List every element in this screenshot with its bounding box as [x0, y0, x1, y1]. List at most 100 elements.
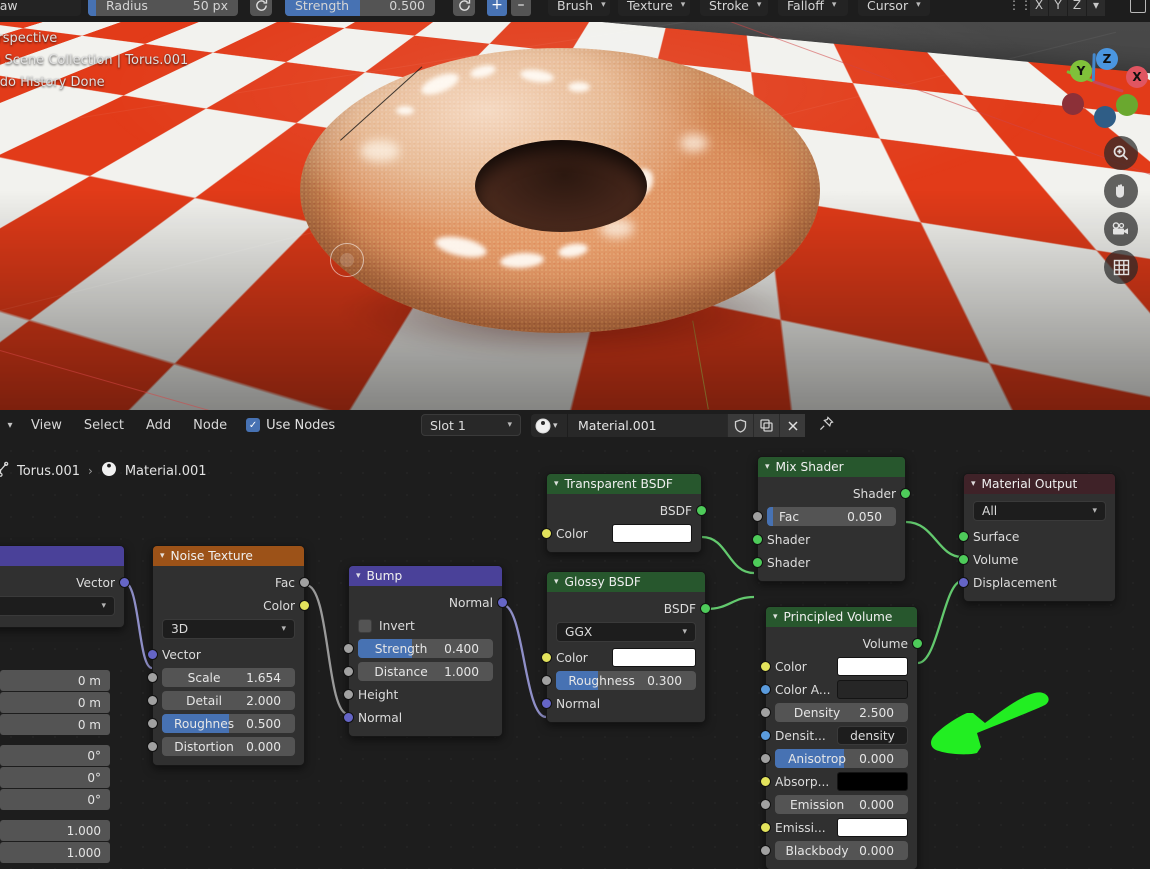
pin-icon[interactable] — [819, 416, 834, 435]
color-input-socket[interactable] — [541, 652, 552, 663]
pv-color-attribute-swatch[interactable] — [837, 680, 908, 699]
chevron-down-icon[interactable]: ▾ — [773, 612, 778, 622]
glossy-color-row[interactable]: Color — [541, 646, 705, 669]
noise-texture-node-header[interactable]: ▾ Noise Texture — [153, 546, 304, 566]
mapping-node-header[interactable]: ▾ ng — [0, 546, 124, 566]
material-name-field[interactable]: Material.001 — [567, 414, 727, 437]
rotation-y-field[interactable]: 0° — [0, 767, 110, 788]
gizmo-y-negative[interactable] — [1116, 94, 1138, 116]
pan-hand-icon[interactable] — [1104, 174, 1138, 208]
distortion-input-socket[interactable] — [147, 741, 158, 752]
bump-invert-row[interactable]: Invert — [349, 614, 502, 637]
navigation-gizmo[interactable]: Z Y X — [1048, 36, 1148, 128]
pv-anisotropy-field[interactable]: Anisotrop 0.000 — [775, 749, 908, 768]
pv-blackbody-row[interactable]: Blackbody 0.000 — [760, 839, 917, 862]
vector-output-socket[interactable] — [119, 577, 130, 588]
zoom-icon[interactable] — [1104, 136, 1138, 170]
donut-object[interactable] — [300, 48, 820, 358]
fac-output-socket[interactable] — [299, 577, 310, 588]
vector-input-socket[interactable] — [147, 649, 158, 660]
material-browser[interactable]: ▾ Material.001 — [531, 414, 834, 437]
color-output-socket[interactable] — [299, 600, 310, 611]
strength-input-socket[interactable] — [343, 643, 354, 654]
detail-input-socket[interactable] — [147, 695, 158, 706]
shield-icon[interactable] — [727, 414, 753, 437]
bsdf-output-socket[interactable] — [696, 505, 707, 516]
shader-input-socket[interactable] — [752, 557, 763, 568]
bump-strength-row[interactable]: Strength 0.400 — [343, 637, 502, 660]
gizmo-z-negative[interactable] — [1094, 106, 1116, 128]
shader-editor-header[interactable]: ▾ View Select Add Node ✓ Use Nodes Slot … — [0, 410, 1150, 440]
mirror-icon[interactable]: ⋮⋮ — [1008, 0, 1032, 16]
bump-node[interactable]: ▾ Bump Normal Invert Strength 0.400 Dist… — [343, 565, 508, 737]
glossy-color-swatch[interactable] — [612, 648, 696, 667]
pv-emission-color-swatch[interactable] — [837, 818, 908, 837]
pv-color-swatch[interactable] — [837, 657, 908, 676]
pv-density-attribute-row[interactable]: Densit... density — [760, 724, 917, 747]
mix-shader-node-header[interactable]: ▾ Mix Shader — [758, 457, 905, 477]
noise-scale-field[interactable]: Scale 1.654 — [162, 668, 295, 687]
mapping-transform-properties[interactable]: 0 m 0 m 0 m 0° 0° 0° 1.000 1.000 — [0, 670, 110, 869]
volume-input-socket[interactable] — [958, 554, 969, 565]
copy-icon[interactable] — [753, 414, 779, 437]
material-slot-select[interactable]: Slot 1 ▾ — [421, 414, 521, 436]
pv-absorption-row[interactable]: Absorp... — [760, 770, 917, 793]
glossy-bsdf-node-header[interactable]: ▾ Glossy BSDF — [547, 572, 705, 592]
transparent-color-row[interactable]: Color — [541, 522, 701, 545]
mapping-node[interactable]: ▾ ng Vector Point ▾ — [0, 545, 130, 628]
noise-detail-row[interactable]: Detail 2.000 — [147, 689, 304, 712]
rotation-x-field[interactable]: 0° — [0, 745, 110, 766]
menu-add[interactable]: Add — [135, 414, 182, 436]
pv-density-field[interactable]: Density 2.500 — [775, 703, 908, 722]
pv-density-row[interactable]: Density 2.500 — [760, 701, 917, 724]
location-z-field[interactable]: 0 m — [0, 714, 110, 735]
glossy-bsdf-node[interactable]: ▾ Glossy BSDF BSDF GGX ▾ Color Roughness… — [541, 571, 711, 723]
noise-distortion-row[interactable]: Distortion 0.000 — [147, 735, 304, 758]
symmetry-y-button[interactable]: Y — [1049, 0, 1068, 16]
color-input-socket[interactable] — [760, 661, 771, 672]
toggle-ortho-grid-icon[interactable] — [1104, 250, 1138, 284]
anisotropy-input-socket[interactable] — [760, 753, 771, 764]
absorption-input-socket[interactable] — [760, 776, 771, 787]
chevron-down-icon[interactable]: ▾ — [160, 551, 165, 561]
blackbody-input-socket[interactable] — [760, 845, 771, 856]
material-output-node-header[interactable]: ▾ Material Output — [964, 474, 1115, 494]
emission-strength-input-socket[interactable] — [760, 799, 771, 810]
height-input-socket[interactable] — [343, 689, 354, 700]
chevron-down-icon[interactable]: ▾ — [554, 479, 559, 489]
brush-draw-button[interactable]: Draw — [0, 0, 81, 16]
gizmo-y-positive[interactable]: Y — [1070, 60, 1092, 82]
material-browse-icon[interactable]: ▾ — [531, 414, 567, 437]
glossy-distribution-select[interactable]: GGX ▾ — [547, 620, 705, 646]
scale-x-field[interactable]: 1.000 — [0, 820, 110, 841]
material-output-node[interactable]: ▾ Material Output All ▾ Surface Volume D… — [958, 473, 1116, 602]
chevron-down-icon[interactable]: ▾ — [765, 462, 770, 472]
gizmo-x-positive[interactable]: X — [1126, 66, 1148, 88]
mix-shader-fac-row[interactable]: Fac 0.050 — [752, 505, 905, 528]
node-canvas[interactable]: ▾ ng Vector Point ▾ — [0, 440, 1150, 869]
checkbox-icon[interactable]: ✓ — [246, 418, 261, 432]
bump-distance-field[interactable]: Distance 1.000 — [358, 662, 493, 681]
bump-node-header[interactable]: ▾ Bump — [349, 566, 502, 586]
brush-dropdown[interactable]: Brush ▾ — [548, 0, 610, 16]
pv-blackbody-field[interactable]: Blackbody 0.000 — [775, 841, 908, 860]
mix-shader-fac-field[interactable]: Fac 0.050 — [767, 507, 896, 526]
density-input-socket[interactable] — [760, 707, 771, 718]
chevron-down-icon[interactable]: ▾ — [1087, 0, 1106, 16]
glossy-roughness-field[interactable]: Roughness 0.300 — [556, 671, 696, 690]
glossy-roughness-row[interactable]: Roughness 0.300 — [541, 669, 705, 692]
density-attribute-input-socket[interactable] — [760, 730, 771, 741]
normal-output-socket[interactable] — [497, 597, 508, 608]
noise-distortion-field[interactable]: Distortion 0.000 — [162, 737, 295, 756]
transparent-bsdf-node[interactable]: ▾ Transparent BSDF BSDF Color — [541, 473, 707, 553]
add-brush-mode-button[interactable]: + — [487, 0, 507, 16]
transparent-bsdf-node-header[interactable]: ▾ Transparent BSDF — [547, 474, 701, 494]
radius-slider[interactable]: Radius 50 px — [88, 0, 238, 16]
menu-select[interactable]: Select — [73, 414, 135, 436]
fac-input-socket[interactable] — [752, 511, 763, 522]
material-output-target-select[interactable]: All ▾ — [964, 499, 1115, 525]
mix-shader-node[interactable]: ▾ Mix Shader Shader Fac 0.050 Shader Sha… — [752, 456, 911, 582]
pv-emission-color-row[interactable]: Emissi... — [760, 816, 917, 839]
pv-color-attribute-row[interactable]: Color A... — [760, 678, 917, 701]
noise-roughness-field[interactable]: Roughnes 0.500 — [162, 714, 295, 733]
